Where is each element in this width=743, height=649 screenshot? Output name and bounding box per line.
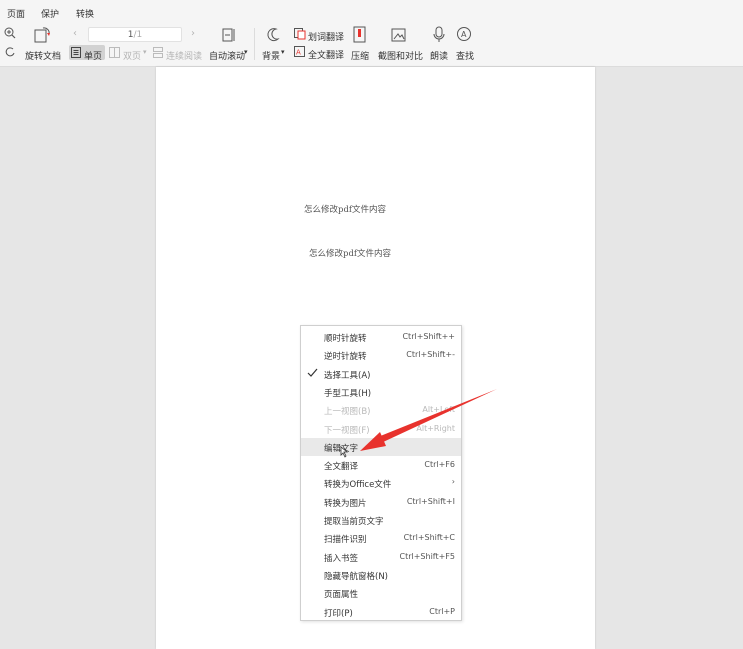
context-menu-item-label: 手型工具(H) [324,388,372,399]
context-menu-item-shortcut: Ctrl+Shift++ [402,332,455,341]
screenshot-icon[interactable] [390,26,408,44]
page-number-input[interactable]: 1/1 [88,27,182,42]
next-page-icon[interactable]: › [191,28,195,39]
svg-text:A: A [461,30,467,39]
menu-bar: 页面 保护 转换 [0,0,743,22]
context-menu-item-shortcut: Ctrl+Shift+F5 [399,551,455,561]
context-menu-item-label: 转换为Office文件 [324,480,392,491]
full-translate-icon: A [294,46,306,58]
word-translate-button[interactable]: 划词翻译 [308,30,344,43]
context-menu-item[interactable]: 选择工具(A) [301,365,461,383]
context-menu-item-label: 转换为图片 [324,498,367,509]
moon-icon[interactable] [265,26,281,44]
context-menu-item-shortcut: Ctrl+Shift+- [406,350,455,360]
context-menu-item-label: 页面属性 [324,590,359,601]
continuous-read-button[interactable]: 连续阅读 [166,49,202,62]
tab-convert[interactable]: 转换 [76,7,94,20]
context-menu-item-shortcut: Ctrl+P [429,606,455,616]
context-menu-item-label: 上一视图(B) [324,407,371,418]
context-menu-item-label: 下一视图(F) [324,425,370,436]
toolbar: 旋转文档 ‹ 1/1 › 单页 双页 ▾ 连续阅读 自动滚动 ▾ 背景 ▾ 划词… [0,22,743,67]
context-menu-item-shortcut: Ctrl+Shift+C [403,533,455,543]
submenu-arrow-icon: › [451,477,455,487]
context-menu-item[interactable]: 全文翻译 Ctrl+F6 [301,456,461,474]
context-menu-item[interactable]: 转换为Office文件 › [301,474,461,492]
word-translate-icon [294,28,306,40]
auto-scroll-button[interactable]: 自动滚动 [209,49,245,62]
find-button[interactable]: 查找 [456,49,474,62]
compress-button[interactable]: 压缩 [351,49,369,62]
auto-scroll-dropdown-icon[interactable]: ▾ [244,48,248,56]
compress-icon[interactable] [353,26,367,44]
context-menu-item[interactable]: 顺时针旋转 Ctrl+Shift++ [301,328,461,346]
background-button[interactable]: 背景 [262,49,280,62]
context-menu-item: 上一视图(B) Alt+Left [301,401,461,419]
context-menu-item-label: 全文翻译 [324,462,359,473]
context-menu-item-label: 顺时针旋转 [324,334,367,344]
tab-protect[interactable]: 保护 [41,7,59,20]
rotate-small-icon[interactable] [4,46,16,58]
screenshot-compare-button[interactable]: 截图和对比 [378,49,423,62]
context-menu-item-label: 扫描件识别 [324,535,367,546]
background-dropdown-icon[interactable]: ▾ [281,48,285,56]
context-menu-item-shortcut: Alt+Left [422,405,455,415]
context-menu: 顺时针旋转 Ctrl+Shift++ 逆时针旋转 Ctrl+Shift+- 选择工具(A… [300,325,462,621]
single-page-button[interactable]: 单页 [84,49,102,62]
context-menu-item[interactable]: 手型工具(H) [301,383,461,401]
tab-page[interactable]: 页面 [7,7,25,20]
context-menu-item-label: 隐藏导航窗格(N) [324,571,388,582]
context-menu-item-shortcut: Ctrl+F6 [424,460,455,470]
context-menu-item-label: 逆时针旋转 [324,352,367,363]
double-page-icon [109,47,120,58]
context-menu-item-label: 选择工具(A) [324,370,371,381]
search-icon[interactable]: A [456,26,473,44]
toolbar-divider [254,28,255,60]
double-page-button[interactable]: 双页 [123,49,141,62]
zoom-in-icon[interactable] [4,27,16,39]
context-menu-item-shortcut: Alt+Right [416,423,455,433]
checkmark-icon [307,368,318,381]
context-menu-item-label: 插入书签 [324,553,359,564]
context-menu-item[interactable]: 编辑文字 [301,437,461,456]
rotate-document-button[interactable]: 旋转文档 [25,49,61,62]
rotate-document-icon[interactable] [33,26,51,44]
full-translate-button[interactable]: 全文翻译 [308,48,344,61]
context-menu-item-label: 打印(P) [324,608,353,619]
context-menu-item[interactable]: 页面属性 [301,584,461,602]
mouse-cursor-icon [340,446,349,458]
document-text-line: 怎么修改pdf文件内容 [309,249,392,259]
context-menu-item[interactable]: 插入书签 Ctrl+Shift+F5 [301,548,461,566]
context-menu-item[interactable]: 隐藏导航窗格(N) [301,566,461,584]
context-menu-item: 下一视图(F) Alt+Right [301,420,461,438]
context-menu-item[interactable]: 扫描件识别 Ctrl+Shift+C [301,529,461,547]
read-aloud-button[interactable]: 朗读 [430,49,448,62]
double-page-dropdown-icon[interactable]: ▾ [143,48,147,56]
auto-scroll-icon[interactable] [219,26,237,44]
context-menu-item-shortcut: Ctrl+Shift+I [406,496,455,506]
single-page-icon [71,47,81,58]
context-menu-item[interactable]: 打印(P) Ctrl+P [301,603,461,621]
context-menu-item-label: 提取当前页文字 [324,517,384,527]
context-menu-item[interactable]: 逆时针旋转 Ctrl+Shift+- [301,346,461,364]
context-menu-item[interactable]: 转换为图片 Ctrl+Shift+I [301,493,461,511]
svg-text:A: A [296,49,301,57]
microphone-icon[interactable] [432,26,446,44]
continuous-read-icon [153,47,163,58]
document-text-line: 怎么修改pdf文件内容 [304,205,387,215]
prev-page-icon[interactable]: ‹ [73,28,77,39]
context-menu-item[interactable]: 提取当前页文字 [301,511,461,529]
